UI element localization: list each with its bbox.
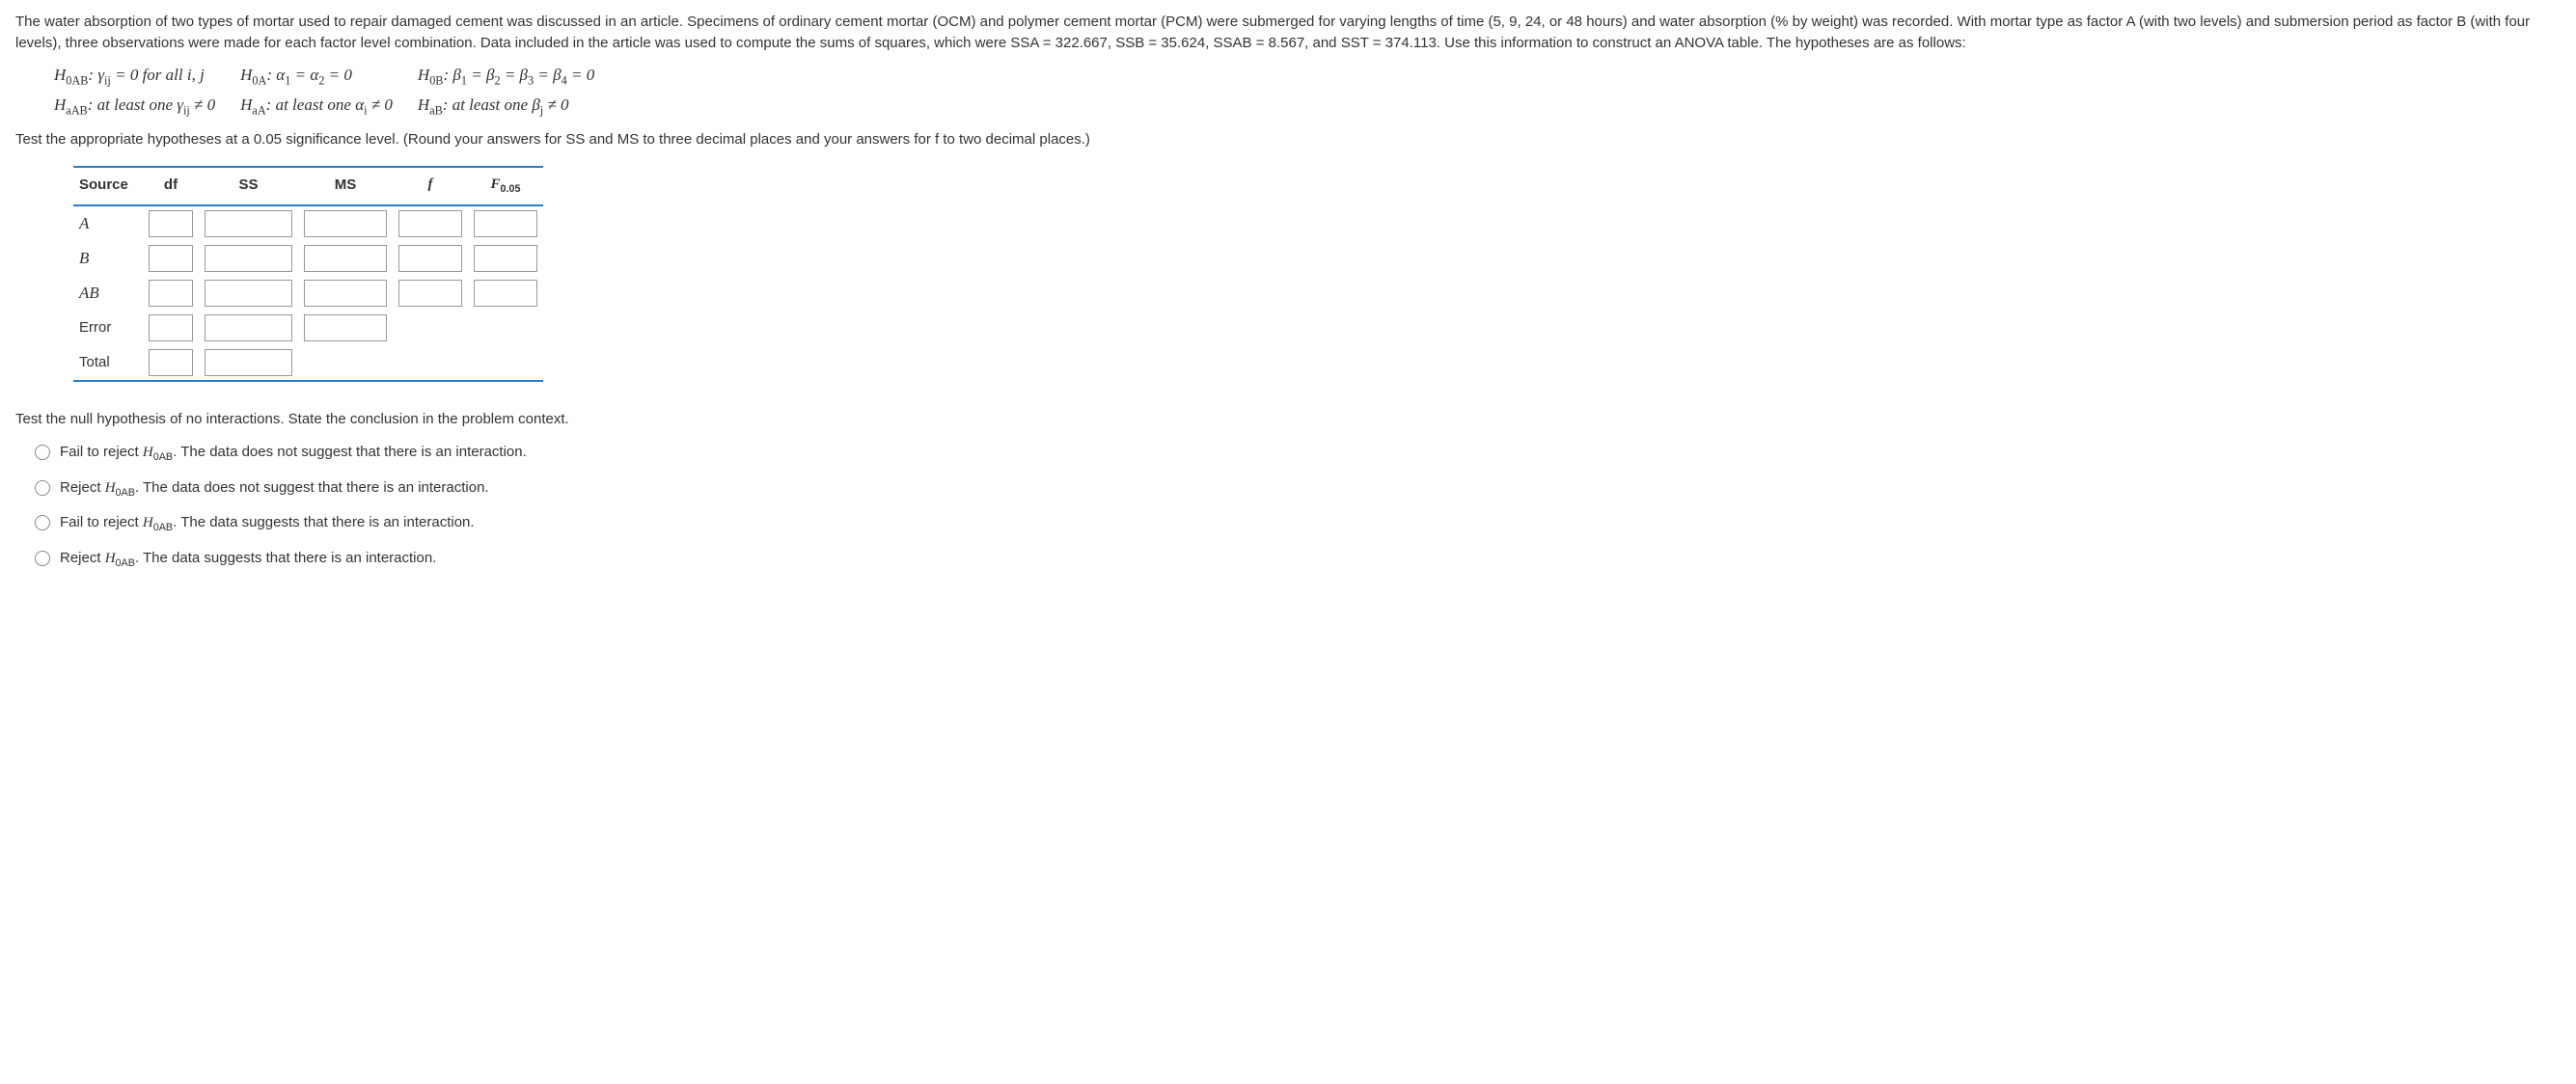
radio-icon[interactable]: [35, 551, 50, 566]
row-total-label: Total: [73, 345, 143, 381]
err-df-input[interactable]: [149, 314, 193, 341]
option-2[interactable]: Reject H0AB. The data does not suggest t…: [35, 477, 2561, 501]
ab-fcrit-input[interactable]: [474, 280, 537, 307]
option-3[interactable]: Fail to reject H0AB. The data suggests t…: [35, 512, 2561, 536]
h0b: H0B: β1 = β2 = β3 = β4 = 0: [418, 64, 594, 90]
ab-ss-input[interactable]: [205, 280, 292, 307]
a-f-input[interactable]: [398, 210, 462, 237]
err-ms-input[interactable]: [304, 314, 387, 341]
option-3-text: Fail to reject H0AB. The data suggests t…: [60, 512, 475, 536]
row-a-label: A: [73, 205, 143, 241]
row-error-label: Error: [73, 311, 143, 345]
instructions-text: Test the appropriate hypotheses at a 0.0…: [15, 129, 2561, 150]
question-text: The water absorption of two types of mor…: [15, 12, 2561, 54]
th-ms: MS: [298, 167, 393, 206]
tot-ss-input[interactable]: [205, 349, 292, 376]
b-ms-input[interactable]: [304, 245, 387, 272]
haab: HaAB: at least one γij ≠ 0: [54, 94, 215, 120]
err-ss-input[interactable]: [205, 314, 292, 341]
a-ms-input[interactable]: [304, 210, 387, 237]
b-ss-input[interactable]: [205, 245, 292, 272]
option-4-text: Reject H0AB. The data suggests that ther…: [60, 548, 436, 572]
th-f: f: [393, 167, 468, 206]
row-b-label: B: [73, 241, 143, 276]
option-2-text: Reject H0AB. The data does not suggest t…: [60, 477, 489, 501]
a-df-input[interactable]: [149, 210, 193, 237]
th-ss: SS: [199, 167, 298, 206]
ab-ms-input[interactable]: [304, 280, 387, 307]
b-fcrit-input[interactable]: [474, 245, 537, 272]
hab: HaB: at least one βj ≠ 0: [418, 94, 594, 120]
th-source: Source: [73, 167, 143, 206]
h0a: H0A: α1 = α2 = 0: [240, 64, 393, 90]
a-fcrit-input[interactable]: [474, 210, 537, 237]
b-df-input[interactable]: [149, 245, 193, 272]
anova-table: Source df SS MS f F0.05 A B AB Error: [73, 166, 543, 383]
h0ab: H0AB: γij = 0 for all i, j: [54, 64, 215, 90]
radio-icon[interactable]: [35, 480, 50, 496]
mc-question: Test the null hypothesis of no interacti…: [15, 409, 2561, 430]
ab-df-input[interactable]: [149, 280, 193, 307]
tot-df-input[interactable]: [149, 349, 193, 376]
hypotheses-block: H0AB: γij = 0 for all i, j HaAB: at leas…: [54, 64, 2561, 120]
option-1-text: Fail to reject H0AB. The data does not s…: [60, 442, 527, 466]
radio-icon[interactable]: [35, 445, 50, 460]
row-ab-label: AB: [73, 276, 143, 311]
th-df: df: [143, 167, 199, 206]
radio-icon[interactable]: [35, 515, 50, 530]
haa: HaA: at least one αi ≠ 0: [240, 94, 393, 120]
option-1[interactable]: Fail to reject H0AB. The data does not s…: [35, 442, 2561, 466]
mc-options: Fail to reject H0AB. The data does not s…: [35, 442, 2561, 572]
ab-f-input[interactable]: [398, 280, 462, 307]
option-4[interactable]: Reject H0AB. The data suggests that ther…: [35, 548, 2561, 572]
th-fcrit: F0.05: [468, 167, 543, 206]
b-f-input[interactable]: [398, 245, 462, 272]
a-ss-input[interactable]: [205, 210, 292, 237]
